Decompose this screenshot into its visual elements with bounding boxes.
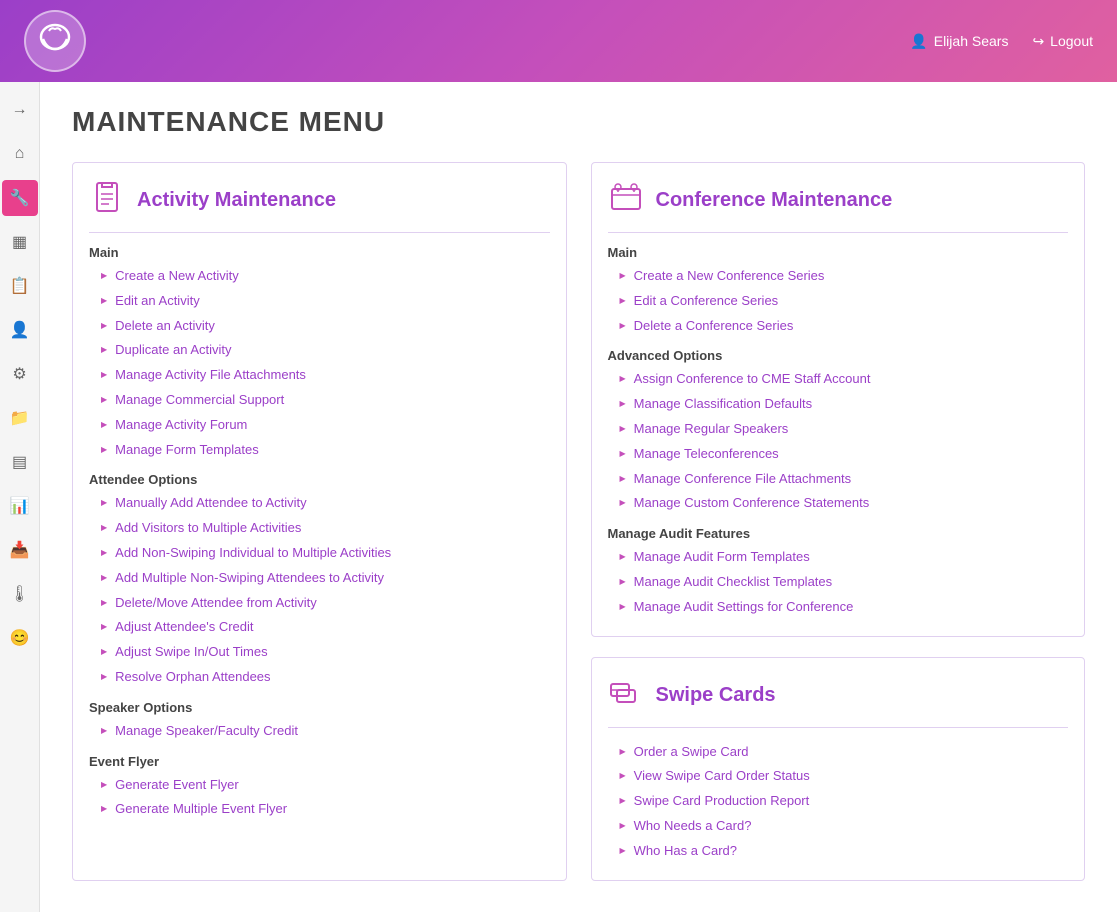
menu-link-item[interactable]: Manage Regular Speakers [608,417,1069,442]
advanced-options-label: Advanced Options [608,348,1069,363]
menu-link-item[interactable]: Manually Add Attendee to Activity [89,491,550,516]
swipe-cards-header: Swipe Cards [608,674,1069,728]
activity-main-links: Create a New ActivityEdit an ActivityDel… [89,264,550,462]
sidebar-item-folder[interactable]: 📁 [2,400,38,436]
audit-features-label: Manage Audit Features [608,526,1069,541]
menu-link-item[interactable]: Manage Audit Checklist Templates [608,570,1069,595]
sidebar-item-maintenance[interactable]: 🔧 [2,180,38,216]
sidebar-item-thermometer[interactable]: 🌡 [2,576,38,612]
sidebar-item-home[interactable]: ⌂ [2,136,38,172]
logo-area [24,10,86,72]
activity-section-header: Activity Maintenance [89,179,550,233]
menu-link-item[interactable]: Duplicate an Activity [89,338,550,363]
menu-link-item[interactable]: Add Non-Swiping Individual to Multiple A… [89,541,550,566]
menu-link-item[interactable]: Manage Audit Form Templates [608,545,1069,570]
logo-icon [24,10,86,72]
menu-link-item[interactable]: Manage Classification Defaults [608,392,1069,417]
menu-link-item[interactable]: Generate Event Flyer [89,773,550,798]
sidebar-item-smiley[interactable]: 😊 [2,620,38,656]
menu-link-item[interactable]: Manage Conference File Attachments [608,467,1069,492]
menu-link-item[interactable]: Create a New Activity [89,264,550,289]
swipe-cards-title: Swipe Cards [656,684,776,707]
menu-link-item[interactable]: View Swipe Card Order Status [608,764,1069,789]
two-column-layout: Activity Maintenance Main Create a New A… [72,162,1085,901]
sidebar: → ⌂ 🔧 ▦ 📋 👤 ⚙ 📁 ▤ 📊 📥 🌡 😊 [0,82,40,912]
header-right: 👤 Elijah Sears ↪ Logout [910,33,1093,50]
activity-maintenance-panel: Activity Maintenance Main Create a New A… [72,162,567,881]
swipe-cards-panel: Swipe Cards Order a Swipe CardView Swipe… [591,657,1086,881]
menu-link-item[interactable]: Generate Multiple Event Flyer [89,797,550,822]
menu-link-item[interactable]: Who Has a Card? [608,839,1069,864]
menu-link-item[interactable]: Manage Form Templates [89,438,550,463]
menu-link-item[interactable]: Adjust Swipe In/Out Times [89,640,550,665]
menu-link-item[interactable]: Order a Swipe Card [608,740,1069,765]
sidebar-item-grid[interactable]: ▦ [2,224,38,260]
conference-main-links: Create a New Conference SeriesEdit a Con… [608,264,1069,338]
flyer-label: Event Flyer [89,754,550,769]
conference-icon [608,179,644,222]
sidebar-item-reports[interactable]: 📋 [2,268,38,304]
user-info[interactable]: 👤 Elijah Sears [910,33,1008,50]
sidebar-item-users[interactable]: 👤 [2,312,38,348]
menu-link-item[interactable]: Delete an Activity [89,314,550,339]
page-title: MAINTENANCE MENU [72,106,1085,138]
menu-link-item[interactable]: Manage Activity Forum [89,413,550,438]
conference-maintenance-panel: Conference Maintenance Main Create a New… [591,162,1086,637]
logout-button[interactable]: ↪ Logout [1032,33,1093,50]
attendee-options-label: Attendee Options [89,472,550,487]
menu-link-item[interactable]: Adjust Attendee's Credit [89,615,550,640]
menu-link-item[interactable]: Edit a Conference Series [608,289,1069,314]
sidebar-item-list[interactable]: ▤ [2,444,38,480]
sidebar-item-inbox[interactable]: 📥 [2,532,38,568]
menu-link-item[interactable]: Create a New Conference Series [608,264,1069,289]
menu-link-item[interactable]: Resolve Orphan Attendees [89,665,550,690]
speaker-options-label: Speaker Options [89,700,550,715]
menu-link-item[interactable]: Manage Custom Conference Statements [608,491,1069,516]
menu-link-item[interactable]: Edit an Activity [89,289,550,314]
menu-link-item[interactable]: Delete/Move Attendee from Activity [89,591,550,616]
menu-link-item[interactable]: Manage Speaker/Faculty Credit [89,719,550,744]
sidebar-item-settings[interactable]: ⚙ [2,356,38,392]
app-body: → ⌂ 🔧 ▦ 📋 👤 ⚙ 📁 ▤ 📊 📥 🌡 😊 MAINTENANCE ME… [0,82,1117,912]
menu-link-item[interactable]: Add Multiple Non-Swiping Attendees to Ac… [89,566,550,591]
menu-link-item[interactable]: Assign Conference to CME Staff Account [608,367,1069,392]
main-content: MAINTENANCE MENU Activity Maintenance [40,82,1117,912]
activity-main-label: Main [89,245,550,260]
conference-section-header: Conference Maintenance [608,179,1069,233]
right-column: Conference Maintenance Main Create a New… [591,162,1086,901]
menu-link-item[interactable]: Who Needs a Card? [608,814,1069,839]
speaker-links: Manage Speaker/Faculty Credit [89,719,550,744]
swipe-cards-icon [608,674,644,717]
advanced-links: Assign Conference to CME Staff AccountMa… [608,367,1069,516]
conference-main-label: Main [608,245,1069,260]
menu-link-item[interactable]: Manage Teleconferences [608,442,1069,467]
menu-link-item[interactable]: Manage Audit Settings for Conference [608,595,1069,620]
user-icon: 👤 [910,33,927,50]
sidebar-item-arrow[interactable]: → [2,92,38,128]
activity-icon [89,179,125,222]
menu-link-item[interactable]: Manage Activity File Attachments [89,363,550,388]
sidebar-item-chart[interactable]: 📊 [2,488,38,524]
app-header: 👤 Elijah Sears ↪ Logout [0,0,1117,82]
menu-link-item[interactable]: Swipe Card Production Report [608,789,1069,814]
swipe-cards-links: Order a Swipe CardView Swipe Card Order … [608,740,1069,864]
menu-link-item[interactable]: Add Visitors to Multiple Activities [89,516,550,541]
audit-links: Manage Audit Form TemplatesManage Audit … [608,545,1069,619]
menu-link-item[interactable]: Manage Commercial Support [89,388,550,413]
flyer-links: Generate Event FlyerGenerate Multiple Ev… [89,773,550,823]
activity-section-title: Activity Maintenance [137,189,336,212]
conference-section-title: Conference Maintenance [656,189,893,212]
attendee-links: Manually Add Attendee to ActivityAdd Vis… [89,491,550,689]
user-name: Elijah Sears [934,33,1009,49]
menu-link-item[interactable]: Delete a Conference Series [608,314,1069,339]
logout-label: Logout [1050,33,1093,49]
logout-icon: ↪ [1032,33,1044,50]
